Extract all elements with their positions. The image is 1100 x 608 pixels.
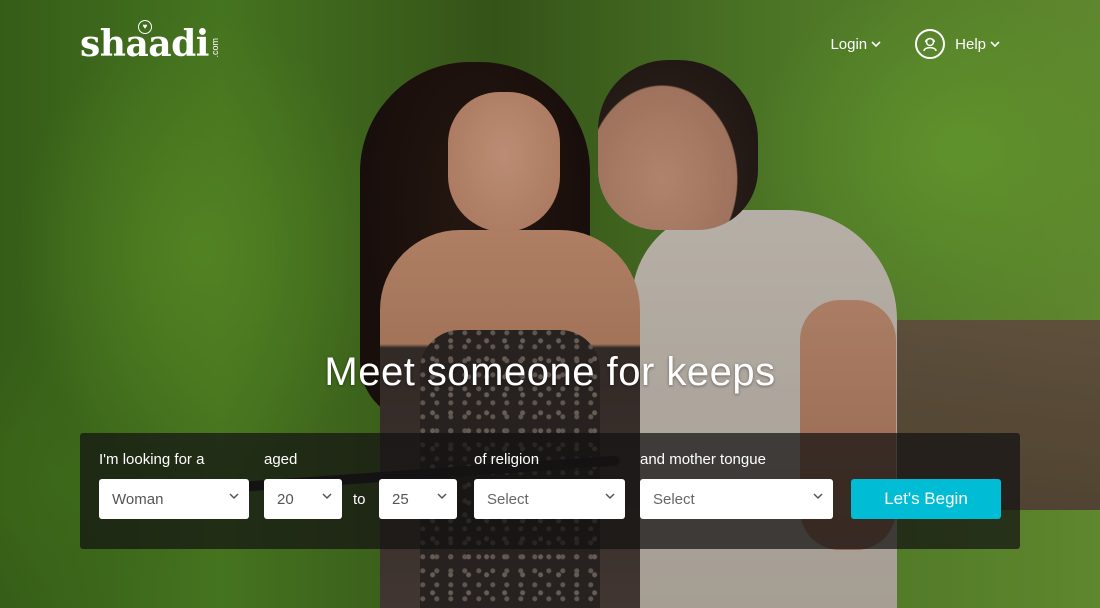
- login-label: Login: [830, 35, 868, 53]
- aged-label: aged: [264, 451, 298, 468]
- looking-for-select[interactable]: Woman: [99, 479, 249, 519]
- mother-tongue-label: and mother tongue: [640, 451, 766, 468]
- hero-headline: Meet someone for keeps: [324, 350, 776, 394]
- partner-search-form: I'm looking for a aged of religion and m…: [80, 433, 1020, 549]
- chevron-down-icon: [813, 493, 823, 500]
- religion-label: of religion: [474, 451, 540, 468]
- shaadi-logo[interactable]: shaadi .com ♥: [80, 20, 220, 64]
- chevron-down-icon: [605, 493, 615, 500]
- login-menu[interactable]: Login: [830, 36, 881, 53]
- help-menu[interactable]: Help: [915, 29, 1000, 59]
- religion-value: Select: [487, 490, 529, 508]
- help-label: Help: [955, 35, 986, 53]
- lets-begin-button[interactable]: Let's Begin: [851, 479, 1001, 519]
- chevron-down-icon: [437, 493, 447, 500]
- chevron-down-icon: [229, 493, 239, 500]
- heart-icon: ♥: [138, 20, 152, 34]
- age-to-value: 25: [392, 490, 409, 508]
- looking-for-label: I'm looking for a: [99, 451, 205, 468]
- user-headset-icon: [915, 29, 946, 59]
- mother-tongue-select[interactable]: Select: [640, 479, 833, 519]
- chevron-down-icon: [990, 41, 1000, 48]
- chevron-down-icon: [322, 493, 332, 500]
- age-from-value: 20: [277, 490, 294, 508]
- age-to-select[interactable]: 25: [379, 479, 457, 519]
- religion-select[interactable]: Select: [474, 479, 625, 519]
- age-to-separator: to: [353, 491, 366, 508]
- top-nav: Login Help: [830, 28, 1000, 60]
- chevron-down-icon: [871, 41, 881, 48]
- mother-tongue-value: Select: [653, 490, 695, 508]
- logo-dotcom: .com: [209, 38, 220, 58]
- age-from-select[interactable]: 20: [264, 479, 342, 519]
- looking-for-value: Woman: [112, 490, 164, 508]
